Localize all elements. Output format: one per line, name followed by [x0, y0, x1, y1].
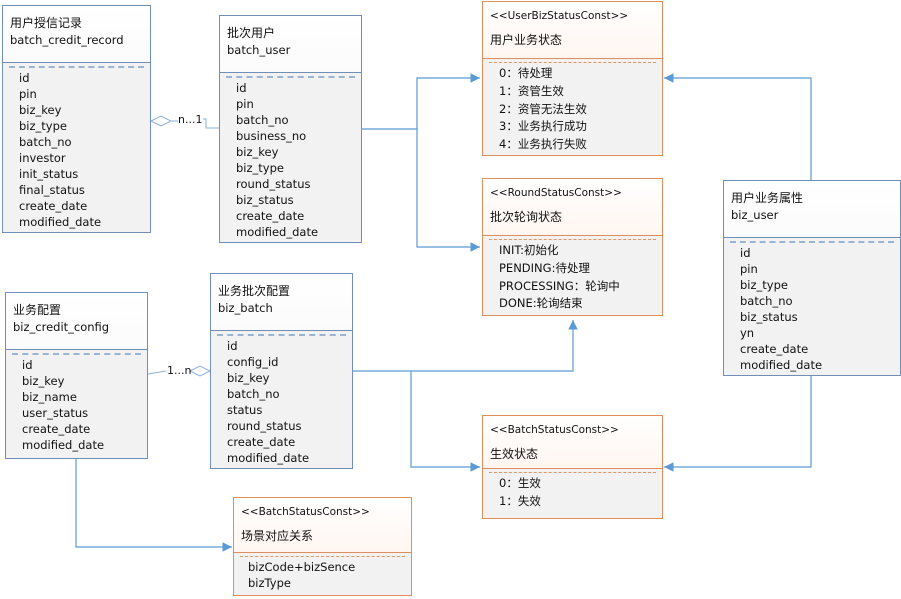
- const-value: 1：失效: [499, 493, 541, 508]
- entity-biz-batch[interactable]: 业务批次配置 biz_batch id config_id biz_key ba…: [210, 273, 353, 469]
- entity-cn-name: 业务配置: [13, 303, 62, 317]
- multiplicity-n-1: n...1: [178, 113, 203, 126]
- field: config_id: [227, 355, 279, 369]
- entity-table-name: biz_batch: [218, 301, 273, 315]
- field: create_date: [227, 435, 296, 449]
- field: create_date: [236, 209, 305, 223]
- const-value: 2：资管无法生效: [499, 101, 587, 116]
- entity-cn-name: 业务批次配置: [218, 284, 291, 298]
- const-round-status[interactable]: <<RoundStatusConst>> 批次轮询状态 INIT:初始化 PEN…: [482, 178, 663, 316]
- field: biz_type: [19, 119, 67, 133]
- entity-cn-name: 用户业务属性: [731, 191, 804, 205]
- const-value: PROCESSING：轮询中: [499, 278, 620, 293]
- entity-cn-name: 用户授信记录: [10, 16, 83, 30]
- const-value: DONE:轮询结束: [499, 296, 583, 311]
- value-separator: [489, 472, 656, 473]
- field: modified_date: [740, 358, 823, 372]
- field: pin: [236, 97, 254, 111]
- entity-cn-name: 批次用户: [227, 26, 276, 40]
- field: create_date: [22, 422, 91, 436]
- stereotype-label: <<UserBizStatusConst>>: [490, 10, 629, 22]
- const-value: 4：业务执行失败: [499, 137, 587, 152]
- field: modified_date: [236, 225, 319, 239]
- field: round_status: [236, 177, 311, 191]
- const-user-biz-status[interactable]: <<UserBizStatusConst>> 用户业务状态 0：待处理 1：资管…: [482, 1, 663, 156]
- multiplicity-1-n: 1...n: [167, 364, 192, 377]
- field: final_status: [19, 183, 85, 197]
- const-value: bizCode+bizSence: [248, 560, 356, 574]
- const-title: 场景对应关系: [241, 529, 314, 543]
- field: modified_date: [22, 438, 105, 452]
- field: modified_date: [19, 215, 102, 229]
- field: pin: [740, 262, 758, 276]
- field: biz_type: [740, 278, 788, 292]
- entity-biz-credit-config[interactable]: 业务配置 biz_credit_config id biz_key biz_na…: [5, 292, 148, 459]
- field: pin: [19, 87, 37, 101]
- field-separator: [217, 334, 346, 336]
- field: create_date: [19, 199, 88, 213]
- field: create_date: [740, 342, 809, 356]
- field: batch_no: [19, 135, 72, 149]
- field: biz_type: [236, 161, 284, 175]
- field: business_no: [236, 129, 307, 143]
- field: biz_key: [236, 145, 279, 159]
- field: round_status: [227, 419, 302, 433]
- field: user_status: [22, 406, 89, 420]
- const-value: 1：资管生效: [499, 83, 564, 98]
- const-value: 3：业务执行成功: [499, 119, 587, 134]
- field-separator: [730, 241, 894, 243]
- field: biz_key: [227, 371, 270, 385]
- value-separator: [240, 556, 405, 557]
- field-separator: [226, 76, 355, 78]
- field: modified_date: [227, 451, 310, 465]
- field-separator: [12, 353, 141, 355]
- const-title: 批次轮询状态: [490, 210, 563, 224]
- stereotype-label: <<BatchStatusConst>>: [241, 506, 370, 518]
- field: batch_no: [227, 387, 280, 401]
- const-value: 0：生效: [499, 476, 541, 490]
- connector-biz-user-to-user-status: [664, 73, 812, 180]
- stereotype-label: <<BatchStatusConst>>: [490, 424, 619, 436]
- field: biz_name: [22, 390, 77, 404]
- connector-batch-user-to-status: [362, 73, 480, 252]
- field: init_status: [19, 167, 79, 181]
- const-batch-status[interactable]: <<BatchStatusConst>> 生效状态 0：生效 1：失效: [482, 415, 663, 519]
- field: status: [227, 403, 263, 417]
- field: id: [227, 339, 238, 353]
- entity-batch-credit-record[interactable]: 用户授信记录 batch_credit_record id pin biz_ke…: [2, 5, 151, 233]
- field: biz_status: [236, 193, 294, 207]
- value-separator: [489, 62, 656, 63]
- field: batch_no: [740, 294, 793, 308]
- entity-table-name: batch_user: [227, 43, 291, 57]
- connector-config-to-scene: [75, 459, 232, 552]
- field: biz_key: [22, 374, 65, 388]
- field: id: [22, 358, 33, 372]
- field: id: [740, 246, 751, 260]
- const-scene-mapping[interactable]: <<BatchStatusConst>> 场景对应关系 bizCode+bizS…: [233, 497, 412, 596]
- field: id: [19, 71, 30, 85]
- field: id: [236, 81, 247, 95]
- entity-batch-user[interactable]: 批次用户 batch_user id pin batch_no business…: [219, 15, 362, 243]
- field-separator: [9, 66, 144, 68]
- field: biz_status: [740, 310, 798, 324]
- entity-biz-user[interactable]: 用户业务属性 biz_user id pin biz_type batch_no…: [723, 180, 901, 376]
- field: yn: [740, 326, 755, 340]
- field: investor: [19, 151, 66, 165]
- const-value: PENDING:待处理: [499, 260, 590, 275]
- value-separator: [489, 239, 656, 240]
- const-value: INIT:初始化: [499, 243, 559, 257]
- entity-table-name: biz_credit_config: [13, 320, 110, 334]
- const-title: 生效状态: [490, 447, 539, 461]
- const-title: 用户业务状态: [490, 33, 563, 47]
- stereotype-label: <<RoundStatusConst>>: [490, 187, 622, 199]
- field: biz_key: [19, 103, 62, 117]
- entity-table-name: biz_user: [731, 208, 779, 222]
- connector-biz-user-to-batch-status: [664, 376, 812, 472]
- entity-table-name: batch_credit_record: [10, 33, 124, 47]
- field: batch_no: [236, 113, 289, 127]
- const-value: 0：待处理: [499, 66, 553, 80]
- const-value: bizType: [248, 576, 291, 590]
